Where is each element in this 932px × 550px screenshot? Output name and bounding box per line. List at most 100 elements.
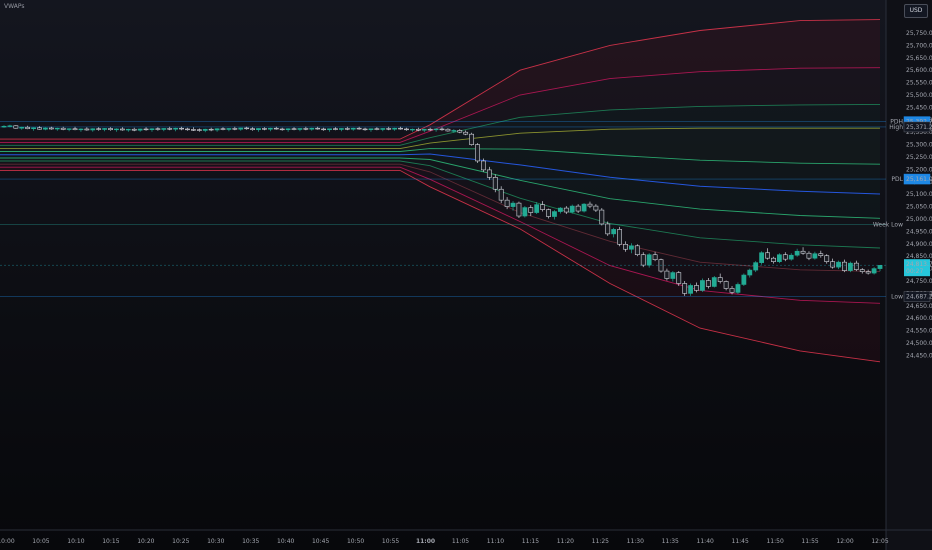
x-tick-label: 11:50	[766, 538, 783, 545]
candle-body	[202, 128, 208, 131]
candle-body	[771, 257, 776, 262]
candle-body	[398, 127, 403, 130]
x-tick-label: 11:35	[662, 538, 679, 545]
candle-body	[303, 128, 309, 130]
candle	[350, 127, 356, 131]
candle-body	[481, 160, 486, 171]
candle	[25, 125, 31, 130]
candle	[131, 127, 137, 132]
candle-body	[31, 127, 36, 130]
candle	[250, 127, 255, 131]
candle	[410, 128, 415, 132]
candle	[676, 271, 682, 286]
candle	[374, 127, 380, 131]
level-label: PDL	[891, 176, 903, 183]
candle	[84, 127, 90, 131]
candle	[161, 128, 167, 132]
candle-body	[291, 128, 297, 130]
candle	[599, 208, 605, 226]
candle-body	[836, 261, 841, 268]
candle-body	[617, 229, 622, 245]
candle-body	[717, 277, 723, 282]
candle-body	[309, 127, 315, 130]
candle-body	[374, 128, 380, 130]
candle-body	[629, 245, 634, 250]
candle-body	[463, 131, 469, 135]
candle	[344, 126, 350, 131]
candle-body	[552, 211, 557, 217]
candle-body	[344, 128, 350, 130]
candle	[362, 127, 368, 131]
candle-body	[705, 280, 711, 287]
candle	[469, 132, 474, 146]
candle-body	[191, 129, 196, 131]
candle-body	[179, 127, 184, 130]
candle-body	[700, 280, 705, 291]
x-tick-label: 10:30	[207, 538, 224, 545]
candle-body	[682, 283, 688, 294]
candle	[125, 128, 131, 132]
candle	[368, 128, 374, 132]
candle-body	[688, 285, 693, 294]
x-tick-label: 10:05	[32, 538, 49, 545]
y-tick-label: 25,200.00	[906, 166, 932, 173]
x-tick-label: 10:50	[347, 538, 364, 545]
candle-body	[664, 270, 670, 279]
candle-body	[439, 128, 445, 131]
candle	[96, 127, 102, 131]
candle-body	[185, 128, 190, 131]
candle-body	[741, 274, 747, 285]
candle-body	[119, 128, 125, 131]
candle-body	[208, 128, 214, 131]
x-tick-label: 11:20	[557, 538, 574, 545]
candle	[143, 127, 149, 131]
candle-body	[546, 209, 551, 217]
candle	[102, 127, 108, 132]
candle-body	[350, 127, 356, 130]
candle-body	[842, 261, 847, 271]
countdown-text: 00:27	[906, 268, 923, 275]
candle-body	[753, 262, 759, 271]
candle	[167, 126, 173, 131]
x-tick-label: 11:40	[697, 538, 714, 545]
y-tick-label: 24,550.00	[906, 328, 932, 335]
price-chart[interactable]: 25,750.00 25,700.00 25,650.00 25,600.00 25,5…	[0, 0, 932, 550]
candle	[13, 125, 19, 129]
level-label: High	[889, 124, 903, 131]
candle	[72, 126, 78, 131]
candle	[54, 127, 60, 131]
candle-body	[421, 128, 427, 131]
candle-body	[557, 207, 563, 212]
candle-body	[108, 128, 113, 131]
candle-body	[137, 128, 143, 131]
candle-body	[445, 128, 451, 132]
candle-body	[723, 281, 729, 289]
candle-body	[54, 127, 60, 130]
candle	[78, 128, 84, 132]
candle	[285, 128, 291, 132]
level-price-text: 25,161.00	[906, 176, 932, 183]
candle-body	[1, 125, 7, 128]
y-tick-label: 25,050.00	[906, 204, 932, 211]
indicator-label[interactable]: VWAPs	[4, 3, 24, 10]
x-tick-label: 11:10	[487, 538, 504, 545]
candle-body	[173, 127, 179, 130]
y-tick-label: 24,900.00	[906, 241, 932, 248]
candle-body	[640, 254, 646, 266]
candle	[173, 127, 179, 132]
candle-body	[794, 250, 800, 256]
y-tick-label: 24,600.00	[906, 315, 932, 322]
candle-body	[155, 128, 161, 130]
candle-body	[415, 128, 421, 131]
currency-badge[interactable]: USD	[904, 4, 928, 18]
x-tick-label: 12:05	[871, 538, 888, 545]
candle	[581, 203, 587, 213]
candle-body	[504, 199, 510, 207]
candle-body	[469, 133, 474, 145]
candle-body	[587, 203, 593, 207]
y-tick-label: 24,500.00	[906, 340, 932, 347]
x-tick-label: 10:20	[137, 538, 154, 545]
candle	[516, 201, 522, 219]
candle	[569, 204, 575, 214]
candle-body	[404, 128, 409, 131]
